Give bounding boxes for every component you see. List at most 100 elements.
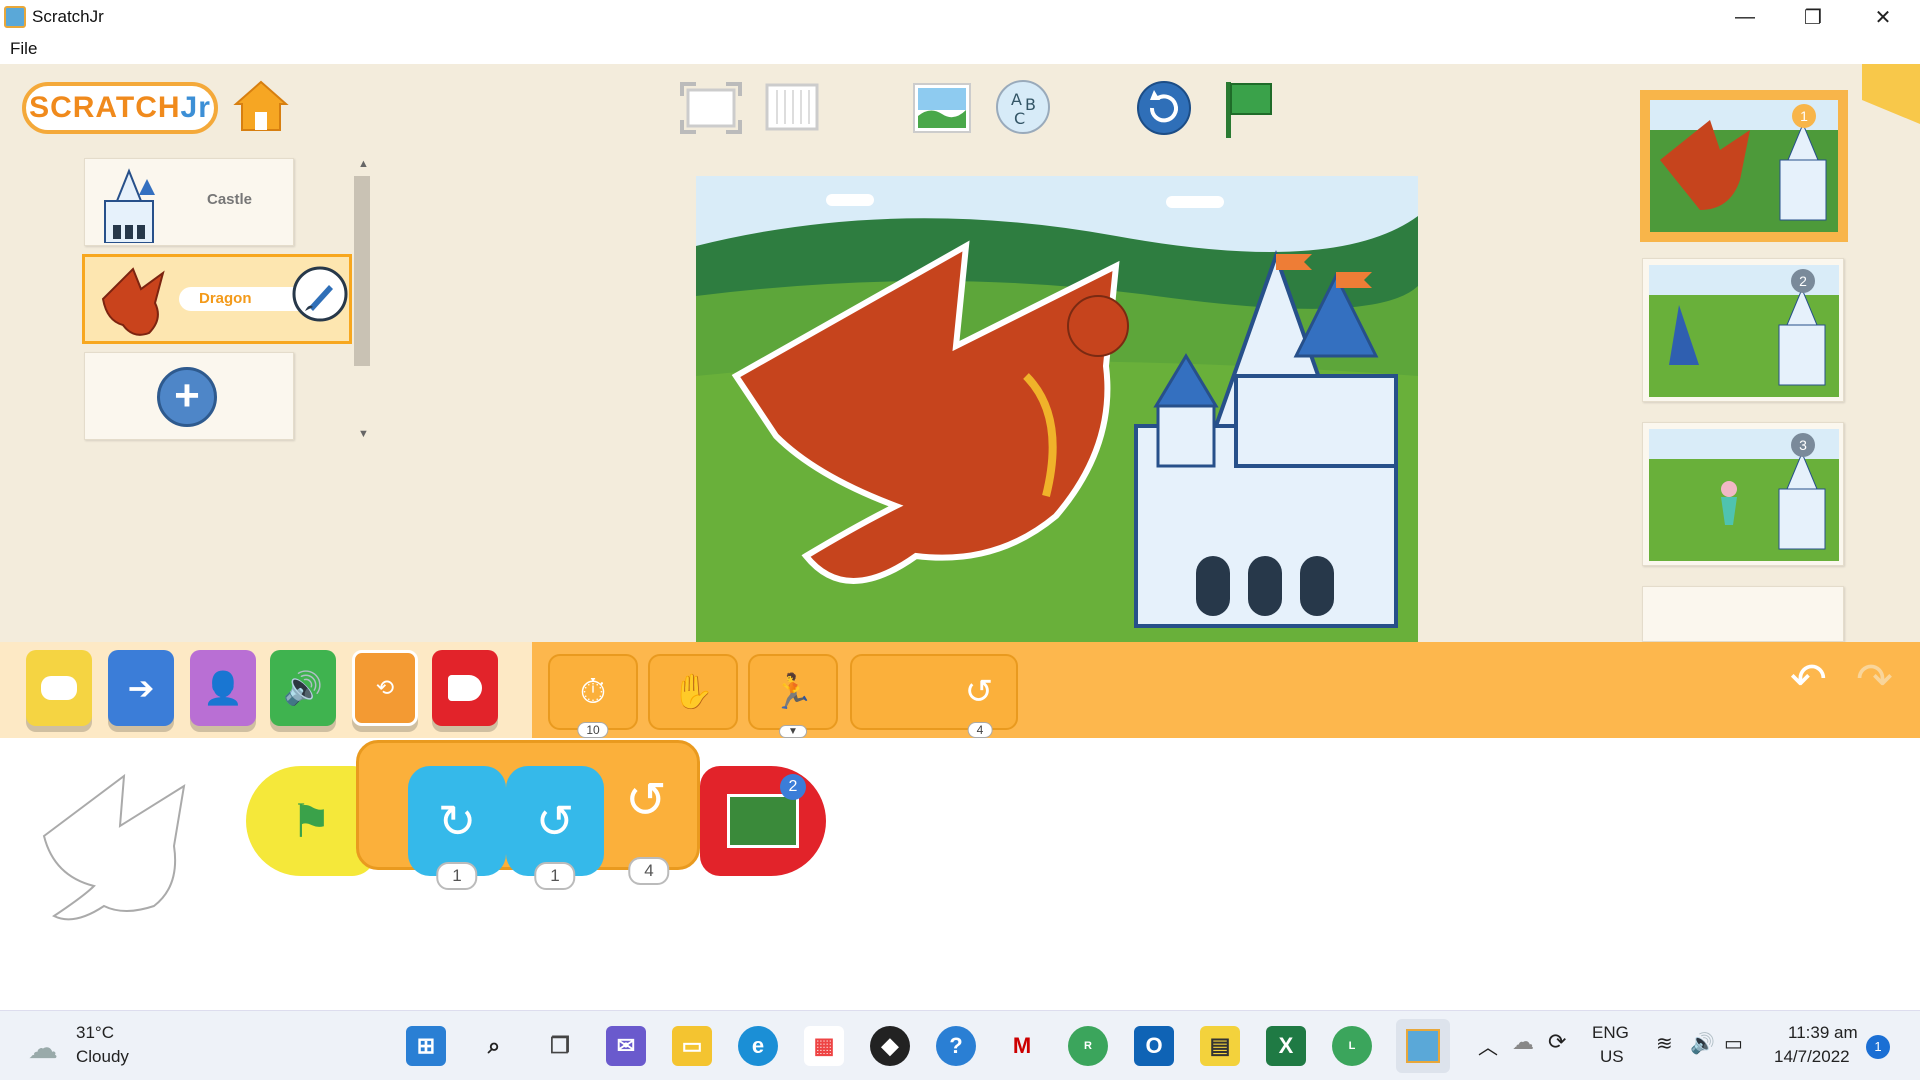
volume-icon[interactable]: 🔊 [1690,1031,1715,1056]
chat-icon[interactable]: ✉ [606,1026,646,1066]
turn-right-block[interactable]: ↻ 1 [408,766,506,890]
close-button[interactable]: ✕ [1848,0,1918,34]
stopwatch-icon: ⏱ [579,672,607,711]
app-icon[interactable]: ◆ [870,1026,910,1066]
sound-category-button[interactable]: 🔊 [270,650,336,726]
category-bar: ➔ 👤 🔊 ⟲ [0,642,532,738]
grid-icon[interactable] [764,82,820,132]
sprite-list-scrollbar[interactable]: ▲ ▼ [352,158,374,448]
sticky-notes-icon[interactable]: ▤ [1200,1026,1240,1066]
lang-bottom[interactable]: US [1600,1047,1624,1067]
lang-top[interactable]: ENG [1592,1023,1629,1043]
weather-temp[interactable]: 31°C [76,1023,114,1043]
page-number-3: 3 [1791,433,1815,457]
repeat-value[interactable]: 4 [967,722,993,738]
store-icon[interactable]: ▦ [804,1026,844,1066]
svg-text:C: C [1014,109,1025,128]
running-person-icon: 🏃 [771,673,815,711]
speaker-icon: 🔊 [283,670,323,706]
notification-badge[interactable]: 1 [1866,1035,1890,1059]
scratchjr-taskbar-icon[interactable] [1396,1019,1450,1073]
sprite-card-castle[interactable]: Castle [84,158,294,246]
menu-bar: File [0,34,1920,64]
reset-icon[interactable] [1136,80,1192,136]
page-thumb-1[interactable]: 1 [1640,90,1848,242]
restore-button[interactable]: ❐ [1778,0,1848,34]
go-to-page-block[interactable]: 2 [700,766,826,876]
repeat-loop-value[interactable]: 4 [628,857,670,885]
chrome-profile-badge: R [1084,1040,1092,1052]
green-flag-icon: ⚑ [290,795,332,847]
control-category-button[interactable]: ⟲ [352,650,418,726]
turn-left-value[interactable]: 1 [534,862,576,890]
wait-value[interactable]: 10 [577,722,609,738]
mcafee-icon[interactable]: M [1002,1026,1042,1066]
clock-time[interactable]: 11:39 am [1788,1023,1858,1043]
cloud-icon: ☁ [28,1032,58,1065]
speed-dropdown-icon[interactable]: ▼ [779,725,807,738]
paint-editor-icon[interactable] [291,265,349,323]
scroll-thumb[interactable] [354,176,370,366]
script-area[interactable]: ⚑ 4 ↺ ↻ 1 ↺ 1 2 [0,738,1920,1010]
page-thumb-2[interactable]: 2 [1642,258,1844,402]
battery-icon[interactable]: ▭ [1724,1031,1743,1056]
page-corner-tab[interactable] [1862,64,1920,124]
stage[interactable] [696,176,1418,642]
go-to-page-number: 2 [780,774,806,800]
sync-icon[interactable]: ⟳ [1548,1029,1566,1055]
stop-block[interactable]: ✋ [648,654,738,730]
start-icon[interactable]: ⊞ [406,1026,446,1066]
page-number-2: 2 [1791,269,1815,293]
stop-hand-icon: ✋ [671,673,715,711]
background-icon[interactable] [912,82,972,134]
repeat-block[interactable]: ↺ 4 [850,654,1018,738]
title-bar: ScratchJr — ❐ ✕ [0,0,1920,34]
outlook-icon[interactable]: O [1134,1026,1174,1066]
undo-icon[interactable]: ↶ [1790,654,1827,705]
redo-icon[interactable]: ↷ [1856,654,1893,705]
menu-file[interactable]: File [10,39,37,59]
motion-category-button[interactable]: ➔ [108,650,174,726]
onedrive-icon[interactable]: ☁ [1512,1029,1534,1055]
excel-icon[interactable]: X [1266,1026,1306,1066]
sprite-card-dragon[interactable]: Dragon [82,254,352,344]
task-view-icon[interactable]: ❐ [540,1026,580,1066]
chrome-profile-badge-2: L [1348,1040,1356,1052]
set-speed-block[interactable]: 🏃 ▼ [748,654,838,738]
clock-date[interactable]: 14/7/2022 [1774,1047,1850,1067]
wifi-icon[interactable]: ≋ [1656,1031,1673,1056]
castle-thumbnail-icon [104,168,155,243]
svg-text:A: A [1011,90,1022,109]
repeat-loop-arrow-icon: ↺ [625,772,667,828]
edge-icon[interactable]: e [738,1026,778,1066]
home-icon[interactable] [232,78,290,134]
scratchjr-editor: SCRATCH Jr A B C Castle Dragon + ▲ ▼ 1 2… [0,64,1920,642]
file-explorer-icon[interactable]: ▭ [672,1026,712,1066]
scratchjr-app-icon [4,6,26,28]
minimize-button[interactable]: — [1710,0,1780,34]
page-thumb-3[interactable]: 3 [1642,422,1844,566]
text-icon[interactable]: A B C [994,78,1052,136]
looks-category-button[interactable]: 👤 [190,650,256,726]
scroll-down-icon[interactable]: ▼ [358,428,369,440]
turn-right-value[interactable]: 1 [436,862,478,890]
fullscreen-icon[interactable] [678,80,744,136]
chrome-icon[interactable]: R [1068,1026,1108,1066]
green-flag-icon[interactable] [1220,78,1276,140]
help-icon[interactable]: ? [936,1026,976,1066]
end-category-button[interactable] [432,650,498,726]
show-hidden-icons[interactable]: ︿ [1478,1031,1498,1060]
wait-block[interactable]: ⏱ 10 [548,654,638,738]
triggering-category-button[interactable] [26,650,92,726]
turn-left-block[interactable]: ↺ 1 [506,766,604,890]
arrow-right-icon: ➔ [127,670,155,706]
add-page-card[interactable] [1642,586,1844,642]
logo-jr-text: Jr [180,91,211,124]
search-icon[interactable]: ⌕ [474,1026,514,1066]
add-sprite-button[interactable]: + [157,367,217,427]
weather-desc[interactable]: Cloudy [76,1047,129,1067]
scroll-up-icon[interactable]: ▲ [358,158,369,170]
trigger-shape-icon [41,676,77,700]
chrome-icon-2[interactable]: L [1332,1026,1372,1066]
dragon-sprite-outline [42,773,186,921]
